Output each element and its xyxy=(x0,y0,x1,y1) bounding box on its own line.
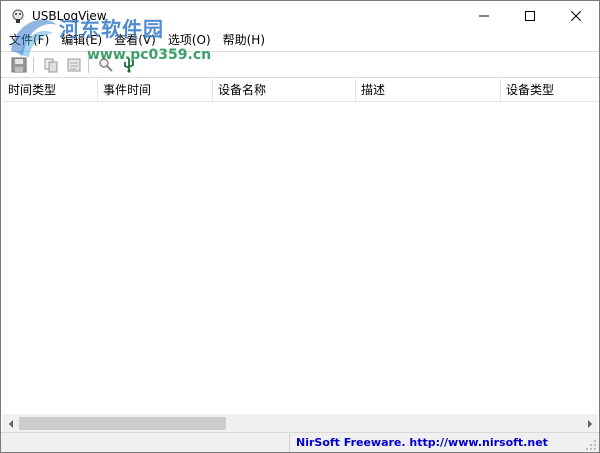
close-button[interactable] xyxy=(553,1,599,31)
app-window: USBLogView 文件(F) 编辑(E) 查看(V) 选项(O) 帮助(H) xyxy=(0,0,600,453)
menu-options[interactable]: 选项(O) xyxy=(162,31,217,50)
menu-view[interactable]: 查看(V) xyxy=(108,31,162,50)
menu-bar: 文件(F) 编辑(E) 查看(V) 选项(O) 帮助(H) xyxy=(1,31,599,50)
title-bar[interactable]: USBLogView xyxy=(1,1,599,31)
window-title: USBLogView xyxy=(32,9,107,23)
chevron-right-icon xyxy=(587,419,592,428)
html-report-icon xyxy=(67,58,81,71)
event-list[interactable] xyxy=(3,102,598,413)
nirsoft-link[interactable]: NirSoft Freeware. http://www.nirsoft.net xyxy=(290,433,548,452)
column-header-device-type[interactable]: 设备类型 xyxy=(501,79,598,101)
chevron-left-icon xyxy=(8,419,13,428)
toolbar-separator xyxy=(33,56,34,73)
maximize-button[interactable] xyxy=(507,1,553,31)
toolbar-separator xyxy=(88,56,89,73)
app-icon[interactable] xyxy=(10,8,26,24)
copy-icon xyxy=(44,58,58,72)
html-report-button[interactable] xyxy=(64,55,84,75)
horizontal-scrollbar[interactable] xyxy=(2,414,598,432)
column-header-device-name[interactable]: 设备名称 xyxy=(213,79,356,101)
find-icon xyxy=(99,57,113,72)
save-button[interactable] xyxy=(9,55,29,75)
maximize-icon xyxy=(525,11,535,21)
window-controls xyxy=(461,1,599,31)
menu-help[interactable]: 帮助(H) xyxy=(217,31,271,50)
toolbar xyxy=(1,51,599,78)
find-button[interactable] xyxy=(96,55,116,75)
usb-button[interactable] xyxy=(119,55,139,75)
scroll-right-button[interactable] xyxy=(581,415,598,432)
usb-icon xyxy=(124,57,134,73)
close-icon xyxy=(571,11,581,21)
column-header-event-time[interactable]: 事件时间 xyxy=(98,79,213,101)
save-icon xyxy=(11,57,27,72)
column-header-type[interactable]: 时间类型 xyxy=(3,79,98,101)
menu-file[interactable]: 文件(F) xyxy=(1,31,55,50)
status-bar: NirSoft Freeware. http://www.nirsoft.net xyxy=(1,432,599,452)
minimize-button[interactable] xyxy=(461,1,507,31)
resize-grip-icon[interactable] xyxy=(585,439,597,451)
column-header-description[interactable]: 描述 xyxy=(356,79,501,101)
status-cell-items xyxy=(1,433,290,452)
list-header: 时间类型 事件时间 设备名称 描述 设备类型 xyxy=(3,79,598,102)
minimize-icon xyxy=(479,15,489,17)
scroll-left-button[interactable] xyxy=(2,415,19,432)
copy-button[interactable] xyxy=(41,55,61,75)
menu-edit[interactable]: 编辑(E) xyxy=(55,31,108,50)
scroll-thumb[interactable] xyxy=(19,417,226,430)
